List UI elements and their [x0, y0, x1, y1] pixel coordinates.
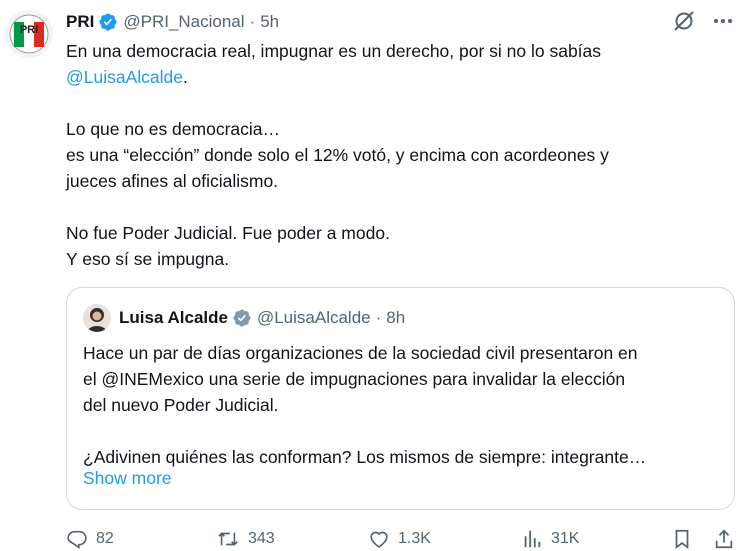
quoted-author-handle[interactable]: @LuisaAlcalde	[257, 308, 371, 328]
avatar[interactable]: PRI	[5, 10, 53, 58]
tweet-line-suffix: .	[183, 67, 188, 87]
tweet-line-blank	[66, 90, 726, 116]
pri-logo-text: PRI	[20, 24, 38, 36]
tweet-line: No fue Poder Judicial. Fue poder a modo.	[66, 223, 390, 243]
quoted-tweet[interactable]: Luisa Alcalde @LuisaAlcalde · 8h Hace un…	[66, 287, 735, 510]
quoted-line-blank	[83, 418, 723, 444]
quoted-line: Hace un par de días organizaciones de la…	[83, 343, 638, 363]
share-icon	[715, 529, 733, 549]
quoted-tweet-header: Luisa Alcalde @LuisaAlcalde · 8h	[83, 304, 405, 332]
quoted-line: ¿Adivinen quiénes las conforman? Los mis…	[83, 447, 647, 467]
analytics-icon	[524, 530, 541, 548]
mention-link[interactable]: @LuisaAlcalde	[66, 67, 183, 87]
tweet-line: Y eso sí se impugna.	[66, 249, 230, 269]
grok-icon[interactable]	[673, 10, 695, 32]
tweet-line: Lo que no es democracia…	[66, 119, 281, 139]
quoted-avatar[interactable]	[83, 304, 111, 332]
action-bar: 82 343 1.3K 31K	[66, 525, 736, 551]
bookmark-button[interactable]	[671, 525, 701, 551]
tweet-line: @LuisaAlcalde.	[66, 64, 726, 90]
author-handle[interactable]: @PRI_Nacional	[123, 12, 244, 32]
verified-badge-icon[interactable]	[98, 12, 118, 32]
heart-icon	[370, 531, 388, 548]
more-options-icon[interactable]	[713, 11, 733, 31]
separator-dot: ·	[375, 308, 382, 327]
quoted-line: el @INEMexico una serie de impugnaciones…	[83, 369, 626, 389]
author-display-name[interactable]: PRI	[66, 12, 94, 32]
pri-logo-icon: PRI	[5, 10, 53, 58]
quoted-timestamp[interactable]: 8h	[386, 308, 405, 328]
views-button[interactable]: 31K	[521, 525, 579, 551]
repost-button[interactable]: 343	[216, 525, 275, 551]
reply-button[interactable]: 82	[66, 525, 114, 551]
share-button[interactable]	[713, 525, 743, 551]
separator-dot: ·	[249, 12, 256, 31]
view-count: 31K	[551, 530, 580, 547]
tweet-line: jueces afines al oficialismo.	[66, 171, 279, 191]
reply-count: 82	[96, 530, 114, 547]
person-avatar-icon	[83, 304, 111, 332]
quoted-tweet-text: Hace un par de días organizaciones de la…	[83, 340, 723, 470]
tweet-header: PRI @PRI_Nacional · 5h	[66, 10, 279, 34]
reply-icon	[67, 530, 87, 550]
repost-icon	[218, 532, 238, 546]
like-button[interactable]: 1.3K	[368, 525, 431, 551]
like-count: 1.3K	[398, 530, 431, 547]
government-verified-badge-icon[interactable]	[232, 308, 252, 328]
tweet-text: En una democracia real, impugnar es un d…	[66, 38, 726, 272]
top-right-actions	[673, 10, 733, 32]
tweet-line-blank	[66, 194, 726, 220]
tweet-line: es una “elección” donde solo el 12% votó…	[66, 145, 609, 165]
quoted-author-name[interactable]: Luisa Alcalde	[119, 308, 228, 328]
repost-count: 343	[248, 530, 275, 547]
tweet-line: En una democracia real, impugnar es un d…	[66, 41, 602, 61]
quoted-line: del nuevo Poder Judicial.	[83, 395, 279, 415]
show-more-link[interactable]: Show more	[83, 468, 172, 489]
timestamp[interactable]: 5h	[260, 12, 279, 32]
bookmark-icon	[675, 529, 689, 549]
